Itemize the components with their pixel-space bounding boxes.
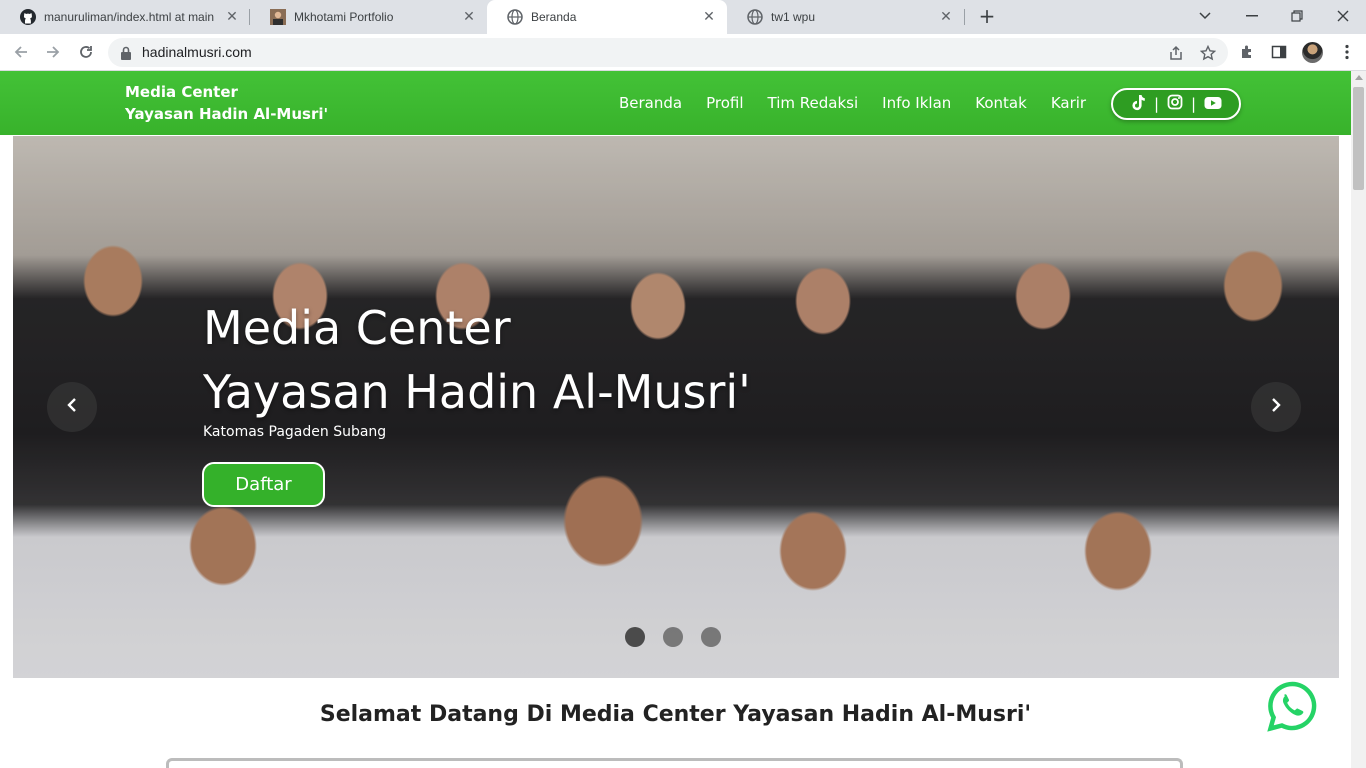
web-page: Media Center Yayasan Hadin Al-Musri' Ber… — [0, 71, 1351, 768]
globe-icon — [747, 9, 763, 25]
hero-title: Media Center Yayasan Hadin Al-Musri' — [203, 296, 751, 424]
restore-icon[interactable] — [1285, 4, 1309, 28]
minimize-icon[interactable] — [1240, 4, 1264, 28]
url-text[interactable]: hadinalmusri.com — [142, 38, 252, 67]
bookmark-star-icon[interactable] — [1200, 45, 1216, 61]
carousel-dot-1[interactable] — [625, 627, 645, 647]
social-separator: | — [1153, 95, 1159, 113]
share-icon[interactable] — [1168, 45, 1184, 61]
menu-kebab-icon[interactable] — [1338, 43, 1356, 61]
carousel-dot-2[interactable] — [663, 627, 683, 647]
browser-toolbar: hadinalmusri.com — [0, 34, 1366, 71]
nav-beranda[interactable]: Beranda — [619, 91, 682, 115]
tab-title: manuruliman/index.html at main — [44, 10, 215, 24]
lock-icon[interactable] — [120, 45, 132, 64]
brand-line-1: Media Center — [125, 83, 238, 101]
hero-title-line-2: Yayasan Hadin Al-Musri' — [203, 365, 751, 419]
tab-title: Beranda — [531, 10, 577, 24]
close-window-icon[interactable] — [1331, 4, 1355, 28]
youtube-icon[interactable] — [1204, 95, 1222, 114]
new-tab-button[interactable]: + — [977, 6, 997, 26]
carousel-next-button[interactable] — [1251, 382, 1301, 432]
globe-icon — [507, 9, 523, 25]
social-links: | | — [1111, 88, 1241, 120]
tab-title: Mkhotami Portfolio — [294, 10, 394, 24]
github-icon — [20, 9, 36, 25]
address-bar[interactable]: hadinalmusri.com — [108, 38, 1228, 67]
scrollbar-thumb[interactable] — [1353, 87, 1364, 190]
site-navbar: Media Center Yayasan Hadin Al-Musri' Ber… — [0, 71, 1351, 135]
nav-profil[interactable]: Profil — [706, 91, 743, 115]
reload-icon[interactable] — [75, 41, 97, 63]
tab-github[interactable]: manuruliman/index.html at main ✕ — [0, 0, 250, 34]
portrait-icon — [270, 9, 286, 25]
nav-tim-redaksi[interactable]: Tim Redaksi — [768, 91, 859, 115]
nav-info-iklan[interactable]: Info Iklan — [882, 91, 951, 115]
main-menu: Beranda Profil Tim Redaksi Info Iklan Ko… — [619, 91, 1110, 115]
tiktok-icon[interactable] — [1130, 94, 1146, 115]
site-brand[interactable]: Media Center Yayasan Hadin Al-Musri' — [125, 81, 328, 125]
hero-title-line-1: Media Center — [203, 301, 511, 355]
chevron-left-icon — [66, 397, 78, 417]
nav-karir[interactable]: Karir — [1051, 91, 1086, 115]
carousel-indicators — [625, 627, 721, 647]
page-scrollbar[interactable] — [1351, 71, 1366, 768]
social-separator: | — [1191, 95, 1197, 113]
close-tab-icon[interactable]: ✕ — [224, 9, 240, 25]
whatsapp-icon[interactable] — [1267, 681, 1318, 732]
carousel-dot-3[interactable] — [701, 627, 721, 647]
browser-tab-strip: manuruliman/index.html at main ✕ Mkhotam… — [0, 0, 1366, 34]
scroll-up-arrow[interactable] — [1355, 75, 1363, 80]
brand-line-2: Yayasan Hadin Al-Musri' — [125, 105, 329, 123]
content-box — [166, 758, 1183, 768]
tab-title: tw1 wpu — [771, 10, 816, 24]
hero-carousel: Media Center Yayasan Hadin Al-Musri' Kat… — [13, 136, 1339, 678]
close-tab-icon[interactable]: ✕ — [938, 9, 954, 25]
carousel-prev-button[interactable] — [47, 382, 97, 432]
forward-icon[interactable] — [42, 41, 64, 63]
welcome-heading: Selamat Datang Di Media Center Yayasan H… — [319, 702, 1032, 727]
close-tab-icon[interactable]: ✕ — [461, 9, 477, 25]
daftar-button[interactable]: Daftar — [202, 462, 325, 507]
nav-kontak[interactable]: Kontak — [975, 91, 1027, 115]
close-tab-icon[interactable]: ✕ — [701, 9, 717, 25]
chevron-right-icon — [1270, 397, 1282, 417]
tab-portfolio[interactable]: Mkhotami Portfolio ✕ — [250, 0, 487, 34]
back-icon[interactable] — [10, 41, 32, 63]
extensions-icon[interactable] — [1238, 43, 1256, 61]
tab-beranda[interactable]: Beranda ✕ — [487, 0, 727, 34]
hero-subtitle: Katomas Pagaden Subang — [203, 424, 387, 440]
side-panel-icon[interactable] — [1270, 43, 1288, 61]
tab-tw1[interactable]: tw1 wpu ✕ — [727, 0, 964, 34]
tab-search-icon[interactable] — [1193, 4, 1217, 28]
profile-avatar[interactable] — [1302, 42, 1323, 63]
instagram-icon[interactable] — [1167, 94, 1183, 114]
